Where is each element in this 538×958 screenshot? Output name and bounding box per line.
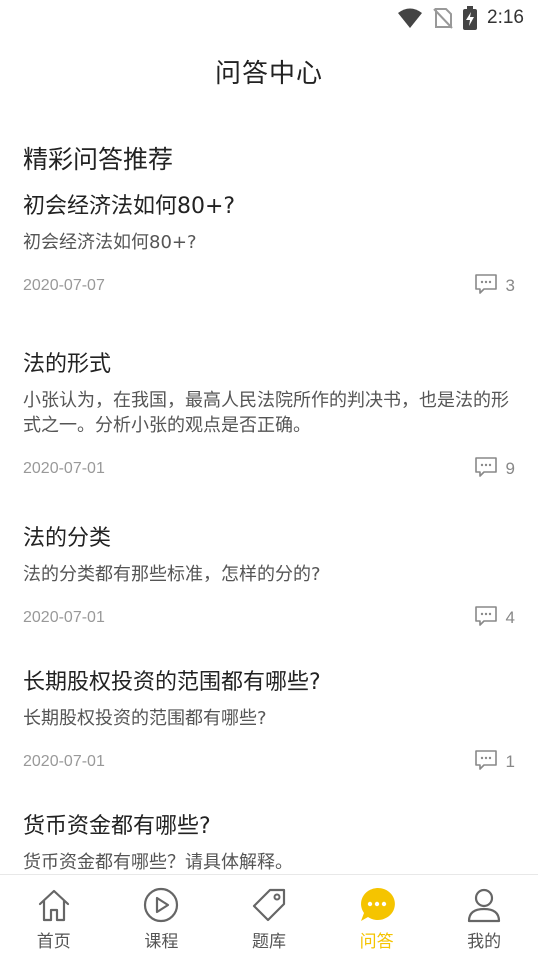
comment-icon bbox=[474, 749, 498, 775]
user-icon bbox=[464, 885, 504, 925]
comment-icon bbox=[474, 273, 498, 299]
question-description: 初会经济法如何80+? bbox=[23, 232, 197, 253]
comment-counter[interactable]: 4 bbox=[474, 605, 515, 631]
comment-icon bbox=[474, 605, 498, 631]
question-title: 法的形式 bbox=[23, 352, 112, 377]
nav-item-profile[interactable]: 我的 bbox=[430, 875, 538, 958]
chat-bubble-icon bbox=[357, 885, 397, 925]
nav-item-courses[interactable]: 课程 bbox=[108, 875, 216, 958]
question-date: 2020-07-01 bbox=[23, 753, 105, 770]
play-icon bbox=[141, 885, 181, 925]
question-item[interactable]: 法的分类 法的分类都有那些标准，怎样的分的? 2020-07-01 4 bbox=[0, 522, 538, 652]
comment-count: 3 bbox=[505, 276, 515, 295]
battery-charging-icon bbox=[463, 6, 478, 30]
question-title: 法的分类 bbox=[23, 526, 112, 551]
nav-label: 问答 bbox=[359, 932, 394, 952]
question-description: 长期股权投资的范围都有哪些? bbox=[23, 708, 267, 729]
question-meta: 2020-07-01 4 bbox=[23, 599, 515, 637]
status-bar: 2:16 bbox=[0, 0, 538, 36]
question-title: 初会经济法如何80+? bbox=[23, 194, 236, 219]
comment-count: 1 bbox=[505, 752, 515, 771]
nav-label: 我的 bbox=[467, 932, 502, 952]
wifi-icon bbox=[397, 7, 423, 29]
comment-icon bbox=[474, 456, 498, 482]
comment-counter[interactable]: 1 bbox=[474, 749, 515, 775]
question-meta: 2020-07-07 3 bbox=[23, 267, 515, 305]
nav-label: 题库 bbox=[251, 932, 286, 952]
question-description: 小张认为，在我国，最高人民法院所作的判决书，也是法的形式之一。分析小张的观点是否… bbox=[23, 390, 509, 436]
app-header: 问答中心 bbox=[0, 36, 538, 106]
question-meta: 2020-07-01 9 bbox=[23, 450, 515, 488]
question-item[interactable]: 货币资金都有哪些? 货币资金都有哪些？请具体解释。 bbox=[0, 810, 538, 880]
nav-item-question-bank[interactable]: 题库 bbox=[215, 875, 323, 958]
question-list: 初会经济法如何80+? 初会经济法如何80+? 2020-07-07 3 法的形… bbox=[0, 190, 538, 880]
home-icon bbox=[34, 885, 74, 925]
question-meta: 2020-07-01 1 bbox=[23, 743, 515, 781]
nav-item-qa[interactable]: 问答 bbox=[323, 875, 431, 958]
nav-label: 首页 bbox=[36, 932, 71, 952]
nav-label: 课程 bbox=[144, 932, 179, 952]
question-date: 2020-07-07 bbox=[23, 277, 105, 294]
status-time: 2:16 bbox=[487, 7, 524, 28]
question-item[interactable]: 法的形式 小张认为，在我国，最高人民法院所作的判决书，也是法的形式之一。分析小张… bbox=[0, 348, 538, 518]
tag-icon bbox=[249, 885, 289, 925]
question-title: 货币资金都有哪些? bbox=[23, 814, 211, 839]
section-title: 精彩问答推荐 bbox=[23, 145, 174, 174]
comment-counter[interactable]: 3 bbox=[474, 273, 515, 299]
question-item[interactable]: 初会经济法如何80+? 初会经济法如何80+? 2020-07-07 3 bbox=[0, 190, 538, 320]
bottom-nav: 首页 课程 题库 问答 我的 bbox=[0, 874, 538, 958]
question-description: 法的分类都有那些标准，怎样的分的? bbox=[23, 564, 321, 585]
question-item[interactable]: 长期股权投资的范围都有哪些? 长期股权投资的范围都有哪些? 2020-07-01… bbox=[0, 666, 538, 796]
question-date: 2020-07-01 bbox=[23, 609, 105, 626]
comment-count: 9 bbox=[505, 459, 515, 478]
question-date: 2020-07-01 bbox=[23, 460, 105, 477]
question-description: 货币资金都有哪些？请具体解释。 bbox=[23, 852, 293, 873]
comment-count: 4 bbox=[505, 608, 515, 627]
question-title: 长期股权投资的范围都有哪些? bbox=[23, 670, 321, 695]
page-title: 问答中心 bbox=[214, 58, 323, 89]
comment-counter[interactable]: 9 bbox=[474, 456, 515, 482]
no-sim-icon bbox=[433, 7, 453, 29]
nav-item-home[interactable]: 首页 bbox=[0, 875, 108, 958]
